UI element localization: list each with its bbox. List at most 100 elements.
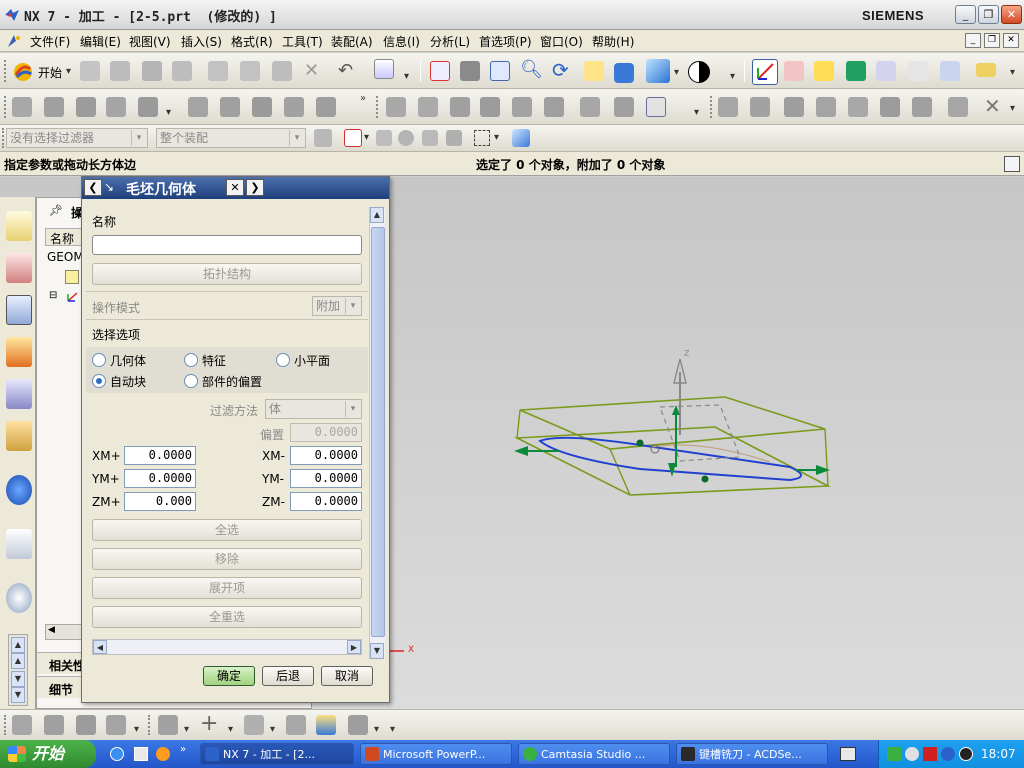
back-button[interactable]: 后退 (262, 666, 314, 686)
scroll-up-icon[interactable]: ▲ (11, 653, 25, 669)
create-program-icon[interactable] (12, 97, 32, 117)
radio-geometry[interactable] (92, 353, 106, 367)
volume-icon[interactable] (959, 747, 973, 761)
block-icon[interactable] (316, 715, 336, 735)
toolbar-overflow-3[interactable]: ▾ (1010, 67, 1015, 78)
output-cls-icon[interactable] (614, 97, 634, 117)
feature-icon-4[interactable] (816, 97, 836, 117)
operation-mode-select[interactable]: 附加 ▾ (312, 296, 362, 316)
toolbar-overflow-7[interactable]: ▾ (1010, 103, 1015, 114)
web-browser-icon[interactable] (6, 529, 32, 559)
toolbar-grip[interactable] (4, 715, 7, 735)
zoom-window-icon[interactable] (460, 61, 480, 81)
ym-plus-field[interactable]: 0.0000 (124, 469, 196, 488)
toolbar-grip[interactable] (4, 60, 7, 82)
background-icon[interactable] (688, 61, 710, 83)
select-icon-d[interactable] (446, 130, 462, 146)
pan-icon[interactable] (584, 61, 604, 81)
reuse-library-icon[interactable] (6, 379, 32, 409)
shape-icon[interactable] (348, 715, 368, 735)
desktop-quicklaunch-icon[interactable] (134, 747, 148, 761)
filter-method-select[interactable]: 体 ▾ (265, 399, 362, 419)
radio-facet-label[interactable]: 小平面 (294, 352, 330, 369)
sketch-dropdown-icon[interactable]: ▾ (184, 724, 189, 735)
machine-tool-icon[interactable] (784, 61, 804, 81)
status-toggle-icon[interactable] (1004, 156, 1020, 172)
delete-object-icon[interactable] (316, 97, 336, 117)
toolbar-overflow-8[interactable]: ▾ (134, 724, 139, 735)
scroll-down-icon[interactable]: ▼ (370, 643, 384, 659)
transform-icon-3[interactable] (76, 715, 96, 735)
toolbar-grip[interactable] (2, 128, 5, 148)
mdi-close-button[interactable]: ✕ (1003, 33, 1019, 48)
radio-autoblock[interactable] (92, 374, 106, 388)
shape-dropdown-icon[interactable]: ▾ (374, 724, 379, 735)
feature-icon-2[interactable] (750, 97, 770, 117)
menu-edit[interactable]: 编辑(E) (80, 33, 121, 50)
command-finder-icon[interactable] (374, 59, 394, 79)
create-tool-icon[interactable] (44, 97, 64, 117)
menu-insert[interactable]: 插入(S) (181, 33, 222, 50)
ok-button[interactable]: 确定 (203, 666, 255, 686)
zoom-icon[interactable] (490, 61, 510, 81)
scroll-thumb[interactable] (371, 227, 385, 637)
select-icon-b[interactable] (398, 130, 414, 146)
feature-icon-7[interactable] (912, 97, 932, 117)
task-acdsee[interactable]: 键槽铣刀 - ACDSe... (676, 743, 828, 765)
cut-object-icon[interactable] (220, 97, 240, 117)
feature-icon-6[interactable] (880, 97, 900, 117)
render-style-icon[interactable] (646, 59, 670, 83)
menu-format[interactable]: 格式(R) (231, 33, 273, 50)
mdi-minimize-button[interactable]: _ (965, 33, 981, 48)
fit-icon[interactable] (430, 61, 450, 81)
undo-icon[interactable]: ↶ (338, 61, 358, 81)
menu-analysis[interactable]: 分析(L) (430, 33, 470, 50)
dialog-close-icon[interactable]: ✕ (226, 179, 244, 196)
scroll-right-icon[interactable]: ▶ (347, 640, 361, 654)
feature-icon-1[interactable] (718, 97, 738, 117)
rectangle-select-icon[interactable] (474, 130, 490, 146)
dialog-vertical-scrollbar[interactable]: ▲ ▼ (369, 207, 385, 659)
dialog-back-icon[interactable]: ❮ (84, 179, 102, 196)
start-icon[interactable] (12, 61, 34, 83)
open-folder-icon[interactable] (110, 61, 130, 81)
tray-icon-1[interactable] (887, 747, 901, 761)
reset-icon[interactable]: ↘ (104, 179, 122, 196)
postprocess-icon[interactable] (940, 61, 960, 81)
save-icon[interactable] (142, 61, 162, 81)
select-icon[interactable] (908, 61, 928, 81)
radio-geometry-label[interactable]: 几何体 (110, 352, 146, 369)
machine-tool-navigator-icon[interactable] (6, 337, 32, 367)
zm-plus-field[interactable]: 0.000 (124, 492, 196, 511)
scroll-down-icon[interactable]: ▼ (11, 671, 25, 687)
replay-path-icon[interactable] (418, 97, 438, 117)
dialog-horizontal-scrollbar[interactable]: ◀ ▶ (92, 639, 362, 655)
xm-minus-field[interactable]: 0.0000 (290, 446, 362, 465)
info-web-icon[interactable] (6, 475, 32, 505)
toolbar-grip[interactable] (4, 96, 7, 118)
scope-select[interactable]: 整个装配 ▾ (156, 128, 306, 148)
snap-dropdown-icon[interactable]: ▾ (364, 132, 369, 143)
radio-feature[interactable] (184, 353, 198, 367)
xm-plus-field[interactable]: 0.0000 (124, 446, 196, 465)
point-dropdown-icon[interactable]: ▾ (228, 724, 233, 735)
extrude-icon[interactable] (286, 715, 306, 735)
list-path-icon[interactable] (450, 97, 470, 117)
radio-part-offset[interactable] (184, 374, 198, 388)
delete-feature-icon[interactable]: ✕ (984, 95, 1006, 117)
tray-icon-4[interactable] (941, 747, 955, 761)
radio-facet[interactable] (276, 353, 290, 367)
toolbar-overflow-2[interactable]: ▾ (730, 71, 735, 82)
rotate-icon[interactable]: ⟳ (552, 59, 574, 81)
task-nx[interactable]: NX 7 - 加工 - [2... (200, 743, 354, 765)
tray-icon-3[interactable] (923, 747, 937, 761)
history-icon[interactable] (6, 583, 32, 613)
menu-app-icon[interactable] (6, 33, 22, 49)
new-file-icon[interactable] (80, 61, 100, 81)
ym-minus-field[interactable]: 0.0000 (290, 469, 362, 488)
toolbar-overflow-9[interactable]: ▾ (390, 724, 395, 735)
topology-button[interactable]: 拓扑结构 (92, 263, 362, 285)
transform-icon-4[interactable] (106, 715, 126, 735)
tree-collapse-icon[interactable]: ⊟ (49, 290, 57, 301)
verify-icon[interactable] (846, 61, 866, 81)
